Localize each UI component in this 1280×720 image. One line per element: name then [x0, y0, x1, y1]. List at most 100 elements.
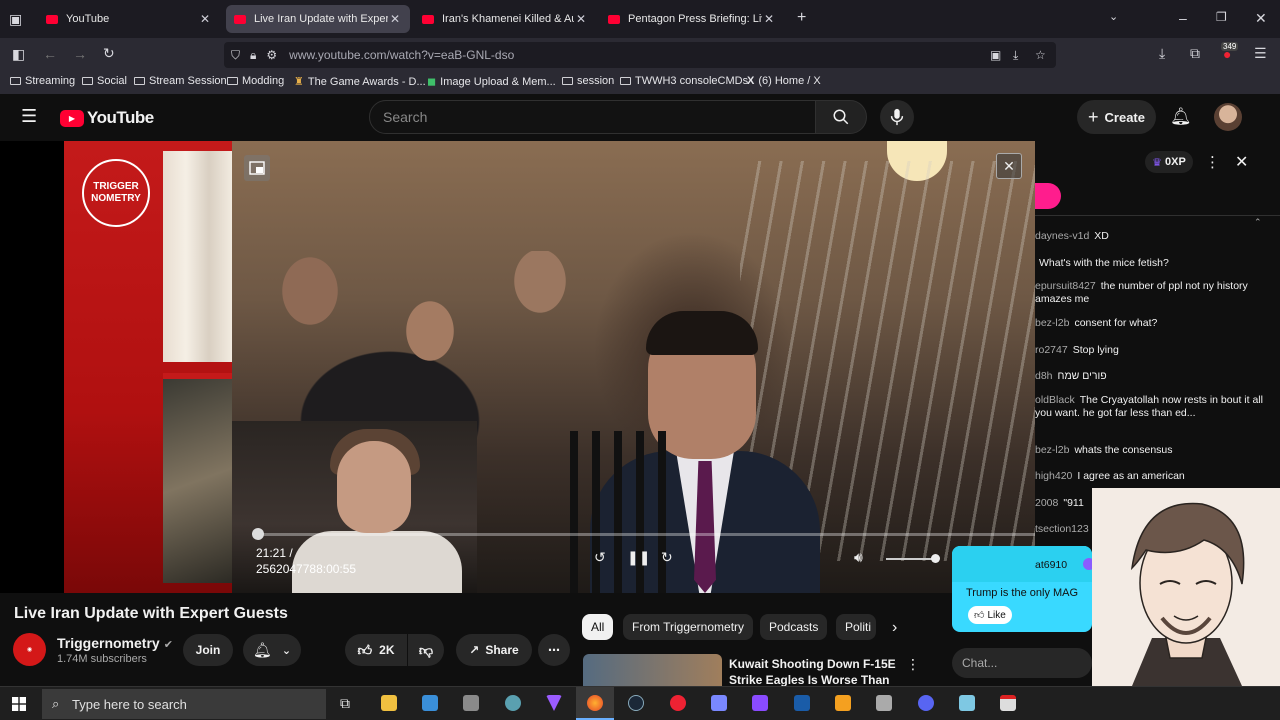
- app-icon[interactable]: [835, 695, 851, 711]
- chip-podcasts[interactable]: Podcasts: [760, 614, 828, 640]
- tab-youtube[interactable]: YouTube ✕: [38, 5, 220, 33]
- volume-icon[interactable]: 🔊︎: [854, 549, 863, 566]
- youtube-logo[interactable]: ▶ YouTube: [60, 108, 154, 128]
- highlight-username[interactable]: at6910: [1035, 559, 1067, 571]
- chat-username[interactable]: epursuit8427: [1035, 280, 1096, 292]
- firefox-icon[interactable]: [587, 695, 603, 711]
- chat-username[interactable]: tsection123: [1035, 523, 1089, 535]
- app-icon[interactable]: [422, 695, 438, 711]
- bookmark-star-icon[interactable]: ☆: [1035, 48, 1046, 62]
- theater-mode-icon[interactable]: [244, 155, 270, 181]
- create-button[interactable]: + Create: [1077, 100, 1156, 134]
- chat-username[interactable]: ro2747: [1035, 344, 1068, 356]
- app-icon[interactable]: [463, 695, 479, 711]
- extensions-icon[interactable]: ⧉: [1190, 45, 1200, 62]
- join-button[interactable]: Join: [183, 634, 233, 666]
- volume-knob[interactable]: [931, 554, 940, 563]
- bookmark-session[interactable]: session: [562, 75, 614, 87]
- close-overlay-button[interactable]: ✕: [996, 153, 1022, 179]
- address-bar[interactable]: ⛉ 🔒︎ ⚙ www.youtube.com/watch?v=eaB-GNL-d…: [224, 42, 1056, 68]
- close-tab-icon[interactable]: ✕: [198, 12, 212, 26]
- like-button[interactable]: 👍︎ 2K: [345, 634, 407, 666]
- tab-live-iran-update[interactable]: Live Iran Update with Expert Gu ✕: [226, 5, 410, 33]
- downloads-icon[interactable]: ⤓: [1159, 45, 1165, 62]
- bookmark-game-awards[interactable]: ♜ The Game Awards - D...: [294, 75, 426, 89]
- account-avatar[interactable]: [1214, 103, 1242, 131]
- progress-bar[interactable]: [256, 533, 1035, 536]
- tab-pentagon[interactable]: Pentagon Press Briefing: Live Up ✕: [600, 5, 784, 33]
- twitch-icon[interactable]: [752, 695, 768, 711]
- close-tab-icon[interactable]: ✕: [388, 12, 402, 26]
- bookmark-social[interactable]: Social: [82, 75, 127, 87]
- close-tab-icon[interactable]: ✕: [574, 12, 588, 26]
- scroll-up-icon[interactable]: ⌃: [1254, 217, 1262, 228]
- bookmark-x-home[interactable]: X (6) Home / X: [747, 75, 821, 87]
- rewind-icon[interactable]: ↺: [594, 549, 606, 566]
- app-icon[interactable]: [959, 695, 975, 711]
- tab-overview-icon[interactable]: ▣: [9, 11, 22, 28]
- chat-input[interactable]: Chat...: [952, 648, 1092, 678]
- new-tab-icon[interactable]: +: [797, 9, 806, 27]
- windows-start-icon[interactable]: [12, 697, 26, 711]
- more-actions-button[interactable]: ⋯: [538, 634, 570, 666]
- like-chat-button[interactable]: 👍︎ Like: [968, 606, 1012, 624]
- app-icon[interactable]: [505, 695, 521, 711]
- chat-username[interactable]: bez-l2b: [1035, 317, 1069, 329]
- menu-icon[interactable]: ☰: [1254, 45, 1267, 62]
- subscribed-button[interactable]: 🔔︎ ⌄: [243, 634, 301, 666]
- recommendation-thumbnail[interactable]: [583, 654, 722, 686]
- chat-username[interactable]: oldBlack: [1035, 394, 1075, 406]
- xp-badge[interactable]: ♛ 0XP: [1145, 151, 1193, 173]
- app-icon[interactable]: [876, 695, 892, 711]
- list-all-tabs-icon[interactable]: ⌄: [1109, 10, 1118, 23]
- steam-icon[interactable]: [628, 695, 644, 711]
- task-view-icon[interactable]: ⧉: [340, 695, 350, 712]
- pause-icon[interactable]: ❚❚: [627, 549, 650, 566]
- app-icon[interactable]: [1000, 695, 1016, 711]
- back-icon[interactable]: ←: [43, 46, 57, 62]
- chat-username[interactable]: 2008: [1035, 497, 1058, 509]
- close-tab-icon[interactable]: ✕: [762, 12, 776, 26]
- dislike-button[interactable]: 👎︎: [408, 634, 444, 666]
- shield-icon[interactable]: ⛉: [231, 48, 240, 63]
- app-icon[interactable]: [711, 695, 727, 711]
- url-text[interactable]: www.youtube.com/watch?v=eaB-GNL-dso: [289, 48, 514, 62]
- volume-slider[interactable]: [886, 558, 936, 560]
- highlighted-chat-card[interactable]: at6910 Trump is the only MAG 👍︎ Like: [952, 546, 1095, 632]
- restore-icon[interactable]: ❐: [1216, 10, 1227, 24]
- close-chat-icon[interactable]: ✕: [1235, 152, 1248, 172]
- bookmark-stream-session[interactable]: Stream Session: [134, 75, 227, 87]
- pip-icon[interactable]: ▣: [990, 48, 1001, 62]
- search-input[interactable]: Search: [369, 100, 816, 134]
- bookmark-modding[interactable]: Modding: [227, 75, 284, 87]
- chip-all[interactable]: All: [582, 614, 614, 640]
- share-button[interactable]: ↗ Share: [456, 634, 532, 666]
- chat-username[interactable]: d8h: [1035, 370, 1053, 382]
- chat-username[interactable]: bez-l2b: [1035, 444, 1069, 456]
- bookmark-streaming[interactable]: Streaming: [10, 75, 75, 87]
- channel-avatar[interactable]: ◉: [13, 633, 46, 666]
- discord-icon[interactable]: [918, 695, 934, 711]
- notifications-bell-icon[interactable]: 🔔︎: [1170, 107, 1192, 127]
- video-player[interactable]: TRIGGER NOMETRY ✕ 21:21 / 2562047788:00:…: [0, 141, 1035, 593]
- forward-icon[interactable]: →: [73, 46, 87, 62]
- obs-icon[interactable]: [670, 695, 686, 711]
- progress-scrubber[interactable]: [252, 528, 264, 540]
- app-icon[interactable]: [546, 695, 562, 711]
- chat-tab-pill[interactable]: [1035, 183, 1061, 209]
- sidebar-toggle-icon[interactable]: ◧: [12, 46, 25, 63]
- hamburger-menu-icon[interactable]: ☰: [21, 106, 37, 127]
- chat-username[interactable]: daynes-v1d: [1035, 230, 1089, 242]
- minimize-icon[interactable]: –: [1179, 10, 1187, 26]
- search-button[interactable]: [815, 100, 867, 134]
- chip-from-channel[interactable]: From Triggernometry: [623, 614, 754, 640]
- chevron-right-icon[interactable]: ›: [892, 619, 897, 637]
- lock-icon[interactable]: 🔒︎: [250, 48, 256, 63]
- file-explorer-icon[interactable]: [381, 695, 397, 711]
- reload-icon[interactable]: ↻: [103, 45, 115, 62]
- chip-politics[interactable]: Politi: [836, 614, 876, 640]
- save-icon[interactable]: ⤓: [1013, 48, 1018, 63]
- recommendation-menu-icon[interactable]: ⋮: [906, 656, 920, 673]
- close-window-icon[interactable]: ✕: [1255, 10, 1267, 27]
- taskbar-search-input[interactable]: ⌕ Type here to search: [42, 689, 326, 719]
